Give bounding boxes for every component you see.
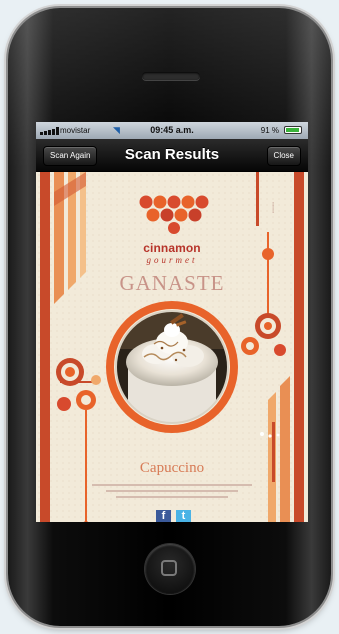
description-line bbox=[92, 484, 252, 486]
description-line bbox=[116, 496, 228, 498]
home-square-icon bbox=[161, 560, 177, 576]
brand-name: cinnamon bbox=[143, 241, 201, 255]
product-photo bbox=[106, 301, 238, 433]
product-name: Capuccino bbox=[139, 460, 205, 476]
close-button[interactable]: Close bbox=[266, 146, 301, 166]
twitter-icon[interactable]: t bbox=[176, 510, 191, 522]
scan-result-content: ▪▪▪▪▪▪▪▪ cinnamon gourmet GANASTE Capucc… bbox=[36, 172, 308, 522]
earpiece-speaker bbox=[142, 72, 200, 80]
facebook-icon[interactable]: f bbox=[156, 510, 171, 522]
brand-tagline: gourmet bbox=[146, 255, 198, 265]
navigation-bar: Scan Again Scan Results Close bbox=[36, 139, 308, 172]
phone-screen: movistar ◥ 09:45 a.m. 91 % Scan Again Sc… bbox=[36, 122, 308, 522]
battery-percent: 91 % bbox=[260, 126, 279, 135]
battery-icon bbox=[284, 126, 302, 134]
home-button[interactable] bbox=[145, 544, 195, 594]
status-bar: movistar ◥ 09:45 a.m. 91 % bbox=[36, 122, 308, 139]
result-headline: GANASTE bbox=[119, 271, 225, 295]
battery-level bbox=[286, 128, 299, 132]
description-line bbox=[106, 490, 238, 492]
svg-text:▪▪▪▪▪▪▪▪: ▪▪▪▪▪▪▪▪ bbox=[271, 202, 276, 214]
